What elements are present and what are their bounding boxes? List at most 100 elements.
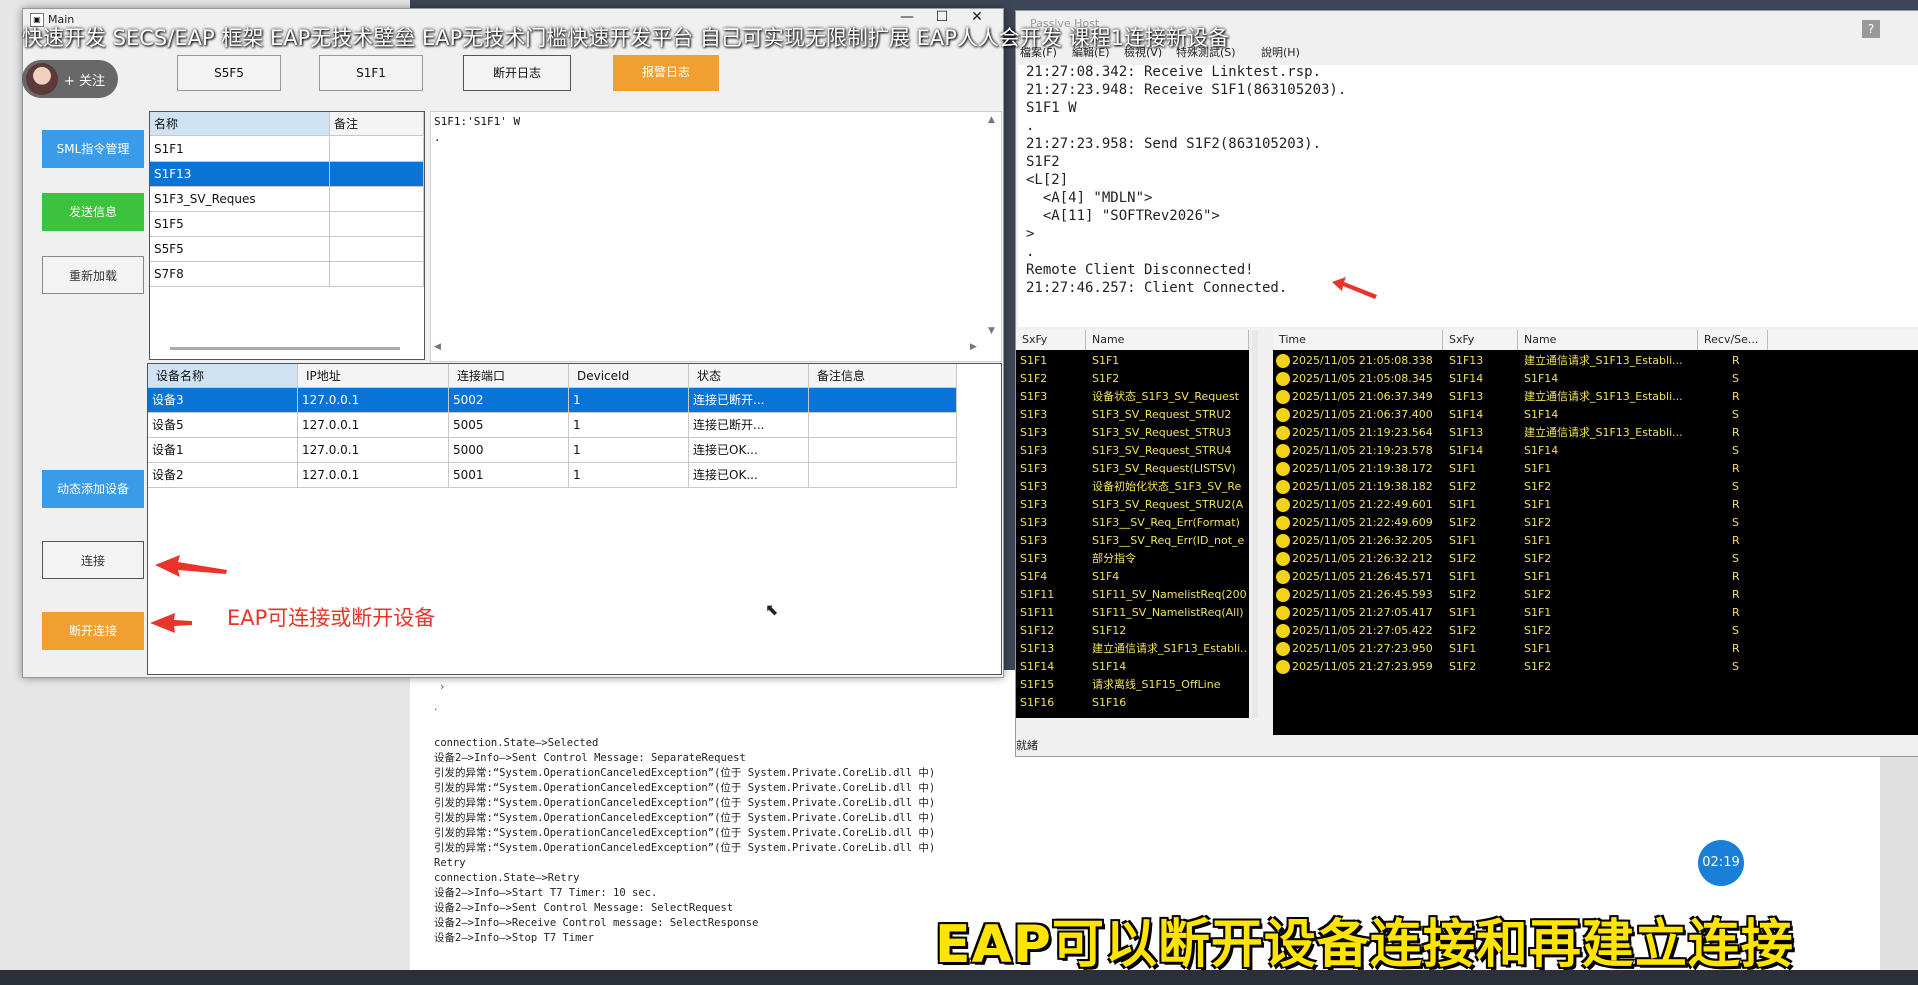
history-sxfy[interactable]: S1F1 — [1449, 460, 1514, 478]
sxfy-row-code[interactable]: S1F3 — [1020, 424, 1080, 442]
sxfy-row-name[interactable]: S1F3_SV_Request_STRU2(A — [1092, 496, 1247, 514]
device-table-cell[interactable] — [809, 413, 957, 438]
device-table-cell[interactable]: 1 — [569, 463, 689, 488]
history-sxfy[interactable]: S1F2 — [1449, 622, 1514, 640]
history-direction[interactable]: R — [1732, 460, 1752, 478]
disconnect-button[interactable]: 断开连接 — [42, 612, 144, 650]
sxfy-row-name[interactable]: S1F3__SV_Req_Err(Format) — [1092, 514, 1247, 532]
device-table-header[interactable]: 连接端口 — [449, 364, 569, 388]
sxfy-row-code[interactable]: S1F3 — [1020, 388, 1080, 406]
recv-send-col-header[interactable]: Recv/Se... — [1698, 330, 1768, 350]
history-name[interactable]: S1F2 — [1524, 622, 1696, 640]
sxfy-row-name[interactable]: 部分指令 — [1092, 550, 1247, 568]
history-sxfy[interactable]: S1F2 — [1449, 550, 1514, 568]
device-table-cell[interactable]: 5002 — [449, 388, 569, 413]
history-time[interactable]: 2025/11/05 21:27:05.417 — [1292, 604, 1442, 622]
scroll-right-icon[interactable]: ▶ — [970, 342, 977, 352]
sxfy-row-name[interactable]: 请求离线_S1F15_OffLine — [1092, 676, 1247, 694]
history-name[interactable]: S1F2 — [1524, 586, 1696, 604]
history-sxfy[interactable]: S1F1 — [1449, 496, 1514, 514]
history-time[interactable]: 2025/11/05 21:26:32.205 — [1292, 532, 1442, 550]
history-time[interactable]: 2025/11/05 21:22:49.609 — [1292, 514, 1442, 532]
menu-item[interactable]: 說明(H) — [1261, 44, 1300, 60]
sxfy-row-code[interactable]: S1F3 — [1020, 406, 1080, 424]
history-direction[interactable]: S — [1732, 478, 1752, 496]
device-table-header[interactable]: DeviceId — [569, 364, 689, 388]
device-table-cell[interactable]: 连接已OK... — [689, 438, 809, 463]
history-time[interactable]: 2025/11/05 21:06:37.400 — [1292, 406, 1442, 424]
sxfy-row-name[interactable]: S1F11_SV_NamelistReq(200 — [1092, 586, 1247, 604]
sxfy-row-name[interactable]: S1F1 — [1092, 352, 1247, 370]
history-sxfy[interactable]: S1F13 — [1449, 352, 1514, 370]
history-sxfy[interactable]: S1F13 — [1449, 388, 1514, 406]
sml-table-row-note[interactable] — [330, 187, 424, 212]
reload-button[interactable]: 重新加载 — [42, 256, 144, 294]
history-name[interactable]: 建立通信请求_S1F13_Establi... — [1524, 424, 1696, 442]
history-direction[interactable]: R — [1732, 586, 1752, 604]
sxfy-row-code[interactable]: S1F3 — [1020, 532, 1080, 550]
sxfy-row-code[interactable]: S1F1 — [1020, 352, 1080, 370]
history-time[interactable]: 2025/11/05 21:26:45.571 — [1292, 568, 1442, 586]
device-table-header[interactable]: 状态 — [689, 364, 809, 388]
history-time[interactable]: 2025/11/05 21:27:05.422 — [1292, 622, 1442, 640]
sxfy-row-name[interactable]: S1F3_SV_Request_STRU3 — [1092, 424, 1247, 442]
history-sxfy[interactable]: S1F13 — [1449, 424, 1514, 442]
device-table-cell[interactable]: 127.0.0.1 — [298, 463, 449, 488]
sml-table-row-note[interactable] — [330, 212, 424, 237]
history-direction[interactable]: R — [1732, 388, 1752, 406]
history-name-col-header[interactable]: Name — [1518, 330, 1698, 350]
sxfy-row-name[interactable]: S1F3_SV_Request(LISTSV) — [1092, 460, 1247, 478]
history-name[interactable]: S1F1 — [1524, 496, 1696, 514]
device-table-header[interactable]: 设备名称 — [148, 364, 298, 388]
history-direction[interactable]: R — [1732, 496, 1752, 514]
help-icon[interactable]: ? — [1862, 20, 1880, 38]
history-direction[interactable]: S — [1732, 622, 1752, 640]
device-table-header[interactable]: IP地址 — [298, 364, 449, 388]
history-direction[interactable]: S — [1732, 442, 1752, 460]
history-direction[interactable]: R — [1732, 352, 1752, 370]
device-table-cell[interactable]: 连接已断开... — [689, 388, 809, 413]
sxfy-row-name[interactable]: S1F14 — [1092, 658, 1247, 676]
history-direction[interactable]: S — [1732, 550, 1752, 568]
history-name[interactable]: S1F1 — [1524, 568, 1696, 586]
history-time[interactable]: 2025/11/05 21:06:37.349 — [1292, 388, 1442, 406]
history-direction[interactable]: R — [1732, 604, 1752, 622]
history-sxfy-col-header[interactable]: SxFy — [1443, 330, 1518, 350]
sxfy-row-code[interactable]: S1F3 — [1020, 496, 1080, 514]
history-direction[interactable]: R — [1732, 532, 1752, 550]
history-name[interactable]: S1F14 — [1524, 370, 1696, 388]
history-sxfy[interactable]: S1F14 — [1449, 406, 1514, 424]
device-table-cell[interactable] — [809, 463, 957, 488]
device-table-cell[interactable]: 设备3 — [148, 388, 298, 413]
history-time[interactable]: 2025/11/05 21:05:08.345 — [1292, 370, 1442, 388]
sml-table-row-name[interactable]: S7F8 — [150, 262, 330, 287]
history-name[interactable]: S1F1 — [1524, 604, 1696, 622]
sxfy-row-code[interactable]: S1F3 — [1020, 478, 1080, 496]
sxfy-row-code[interactable]: S1F14 — [1020, 658, 1080, 676]
disconnect-log-button[interactable]: 断开日志 — [463, 55, 571, 91]
avatar[interactable] — [26, 63, 58, 95]
sxfy-row-name[interactable]: 建立通信请求_S1F13_Establi... — [1092, 640, 1247, 658]
history-direction[interactable]: S — [1732, 658, 1752, 676]
device-table-cell[interactable]: 1 — [569, 413, 689, 438]
device-table-cell[interactable]: 设备1 — [148, 438, 298, 463]
sxfy-row-name[interactable]: 设备初始化状态_S1F3_SV_Re — [1092, 478, 1247, 496]
device-table-cell[interactable] — [809, 438, 957, 463]
history-sxfy[interactable]: S1F2 — [1449, 514, 1514, 532]
s1f1-button[interactable]: S1F1 — [319, 55, 423, 91]
sxfy-row-code[interactable]: S1F2 — [1020, 370, 1080, 388]
history-direction[interactable]: S — [1732, 406, 1752, 424]
send-message-button[interactable]: 发送信息 — [42, 193, 144, 231]
sxfy-row-code[interactable]: S1F3 — [1020, 514, 1080, 532]
sxfy-row-name[interactable]: S1F12 — [1092, 622, 1247, 640]
history-direction[interactable]: S — [1732, 370, 1752, 388]
history-name[interactable]: 建立通信请求_S1F13_Establi... — [1524, 352, 1696, 370]
history-direction[interactable]: R — [1732, 424, 1752, 442]
sxfy-row-code[interactable]: S1F3 — [1020, 550, 1080, 568]
sxfy-row-name[interactable]: S1F2 — [1092, 370, 1247, 388]
name-col-header[interactable]: Name — [1086, 330, 1249, 350]
sml-table-row-note[interactable] — [330, 262, 424, 287]
scroll-down-icon[interactable]: ▼ — [988, 326, 995, 336]
device-table-cell[interactable]: 127.0.0.1 — [298, 413, 449, 438]
history-direction[interactable]: S — [1732, 514, 1752, 532]
